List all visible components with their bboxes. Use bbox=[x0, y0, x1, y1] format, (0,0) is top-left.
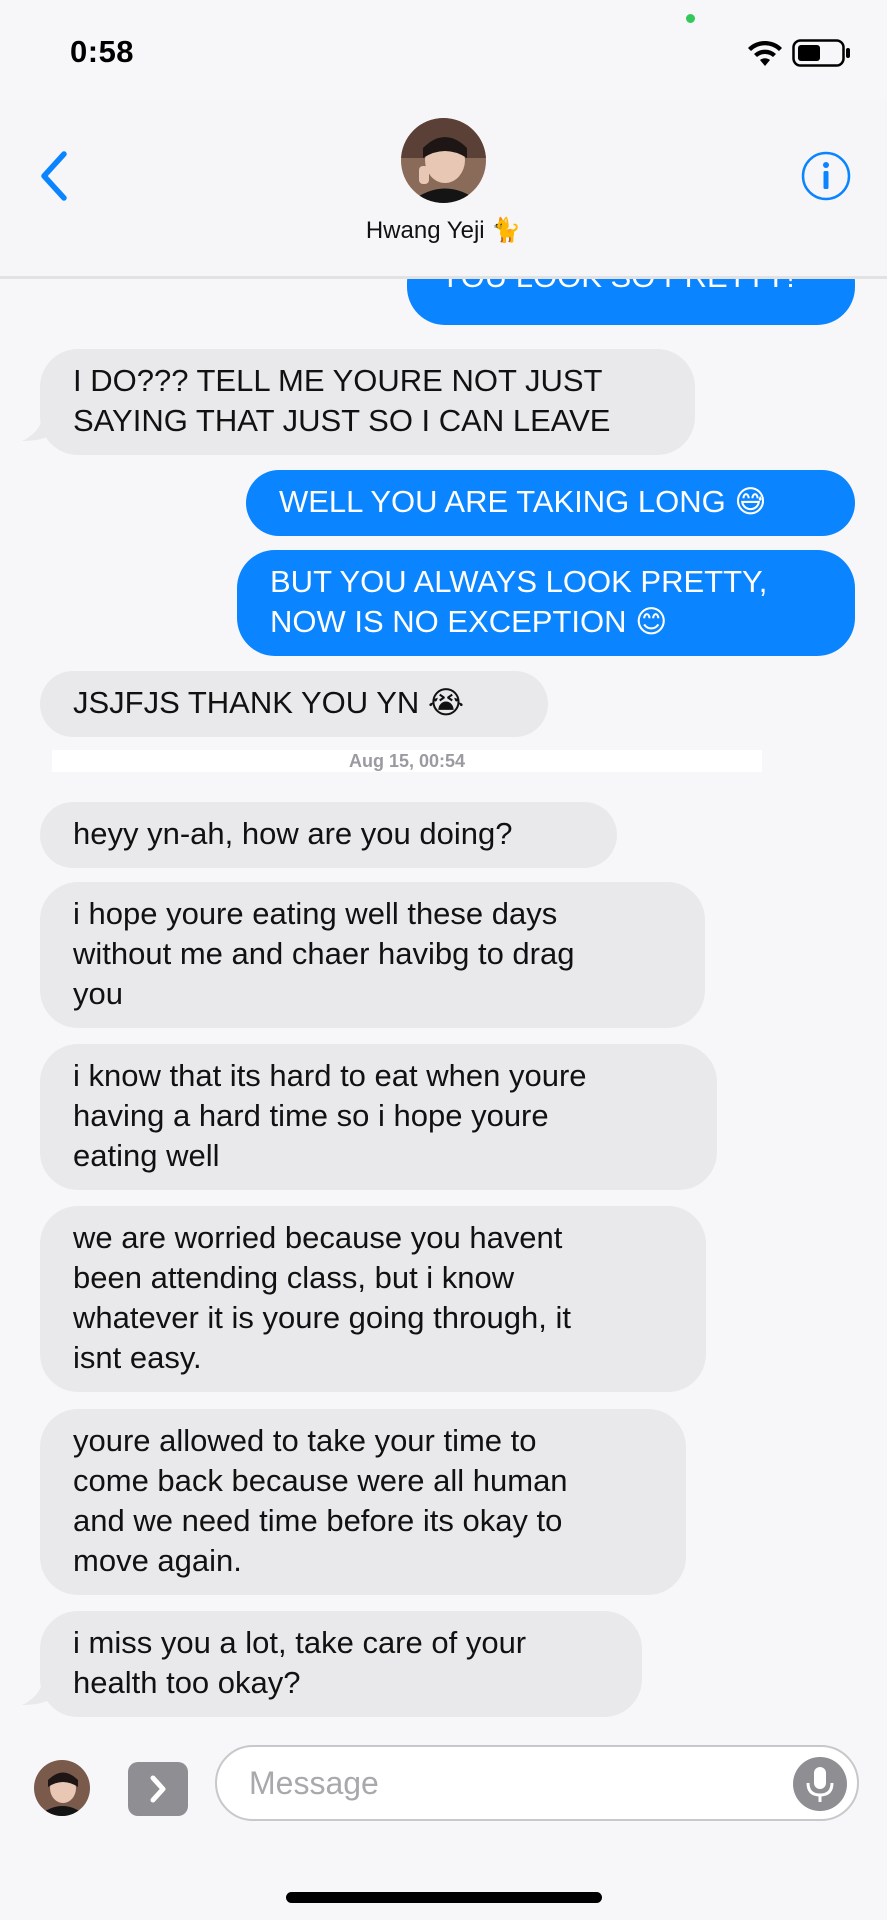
message-bubble-outgoing[interactable]: YOU LOOK SO PRETTY! bbox=[407, 279, 855, 325]
app-store-button[interactable] bbox=[128, 1762, 188, 1816]
bubble-tail bbox=[22, 407, 60, 441]
memoji-avatar-button[interactable] bbox=[34, 1760, 90, 1816]
home-indicator bbox=[286, 1892, 602, 1903]
message-input[interactable]: Message bbox=[215, 1745, 859, 1821]
battery-icon bbox=[792, 39, 850, 67]
dictation-button[interactable] bbox=[793, 1757, 847, 1811]
message-bubble-incoming[interactable]: heyy yn-ah, how are you doing? bbox=[40, 802, 617, 868]
status-time: 0:58 bbox=[70, 34, 135, 69]
info-icon[interactable] bbox=[800, 150, 852, 202]
message-bubble-incoming[interactable]: i know that its hard to eat when youre h… bbox=[40, 1044, 717, 1190]
mic-icon bbox=[806, 1767, 834, 1802]
camera-indicator-dot bbox=[686, 14, 695, 23]
message-bubble-incoming[interactable]: JSJFJS THANK YOU YN 😭 bbox=[40, 671, 548, 737]
message-input-placeholder: Message bbox=[249, 1765, 379, 1801]
back-chevron-icon[interactable] bbox=[34, 150, 78, 202]
message-bubble-incoming[interactable]: i miss you a lot, take care of your heal… bbox=[40, 1611, 642, 1717]
message-thread[interactable]: YOU LOOK SO PRETTY! I DO??? TELL ME YOUR… bbox=[0, 279, 887, 1729]
status-bar: 0:58 bbox=[0, 0, 887, 100]
message-bubble-incoming[interactable]: i hope youre eating well these days with… bbox=[40, 882, 705, 1028]
contact-avatar[interactable] bbox=[401, 118, 486, 203]
app-store-icon bbox=[150, 1775, 166, 1803]
wifi-icon bbox=[748, 40, 782, 66]
message-bubble-incoming[interactable]: we are worried because you havent been a… bbox=[40, 1206, 706, 1392]
conversation-header: Hwang Yeji 🐈 bbox=[0, 100, 887, 279]
message-bubble-incoming[interactable]: I DO??? TELL ME YOURE NOT JUST SAYING TH… bbox=[40, 349, 695, 455]
timestamp-divider: Aug 15, 00:54 bbox=[52, 750, 762, 772]
contact-name[interactable]: Hwang Yeji 🐈 bbox=[0, 216, 887, 245]
message-bubble-incoming[interactable]: youre allowed to take your time to come … bbox=[40, 1409, 686, 1595]
bubble-tail bbox=[22, 1671, 60, 1705]
message-bubble-outgoing[interactable]: BUT YOU ALWAYS LOOK PRETTY, NOW IS NO EX… bbox=[237, 550, 855, 656]
message-bubble-outgoing[interactable]: WELL YOU ARE TAKING LONG 😅 bbox=[246, 470, 855, 536]
message-composer: Message bbox=[0, 1730, 887, 1920]
